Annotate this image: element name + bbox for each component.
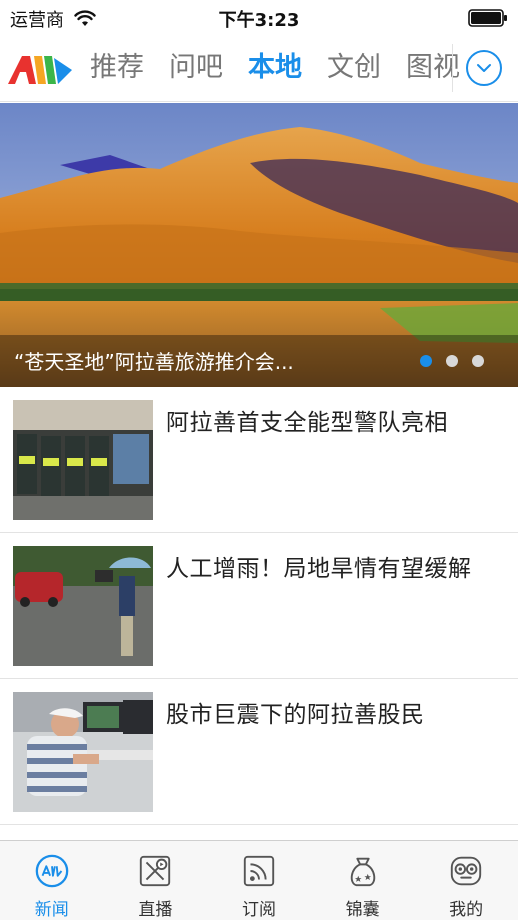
news-title: 人工增雨！局地旱情有望缓解 bbox=[166, 556, 472, 582]
app-logo bbox=[8, 56, 72, 84]
news-list: 阿拉善首支全能型警队亮相 人工增雨！局地旱情有望缓解 股市巨震下的阿拉善股民 bbox=[0, 387, 518, 825]
stock-trader-photo bbox=[13, 692, 153, 812]
tabs-divider bbox=[452, 44, 453, 92]
tabbar-live[interactable]: 直播 bbox=[104, 841, 208, 920]
rss-icon bbox=[243, 855, 275, 887]
tab-ask[interactable]: 问吧 bbox=[169, 48, 223, 88]
news-title: 股市巨震下的阿拉善股民 bbox=[166, 702, 425, 728]
tabbar-subscribe[interactable]: 订阅 bbox=[207, 841, 311, 920]
rainy-street-photo bbox=[13, 546, 153, 666]
page-dot[interactable] bbox=[420, 355, 432, 367]
tabbar-profile[interactable]: 我的 bbox=[414, 841, 518, 920]
news-icon bbox=[35, 854, 69, 888]
featured-banner[interactable]: “苍天圣地”阿拉善旅游推介会... bbox=[0, 103, 518, 387]
tabbar-label: 锦囊 bbox=[345, 900, 380, 920]
tabbar-label: 订阅 bbox=[241, 900, 276, 920]
page-dot[interactable] bbox=[472, 355, 484, 367]
tabbar-news[interactable]: 新闻 bbox=[0, 841, 104, 920]
bottom-tab-bar: 新闻 直播 订阅 锦囊 我的 bbox=[0, 840, 518, 920]
tabbar-label: 直播 bbox=[138, 900, 173, 920]
profile-icon bbox=[451, 856, 482, 886]
pouch-icon bbox=[350, 857, 375, 887]
tab-culture[interactable]: 文创 bbox=[327, 48, 381, 88]
battery-icon bbox=[468, 9, 507, 27]
news-item[interactable]: 股市巨震下的阿拉善股民 bbox=[0, 679, 518, 825]
status-time: 下午3:23 bbox=[218, 10, 300, 31]
tabbar-pouch[interactable]: 锦囊 bbox=[311, 841, 415, 920]
chevron-down-icon bbox=[477, 64, 491, 72]
tab-recommend[interactable]: 推荐 bbox=[90, 48, 144, 88]
news-title: 阿拉善首支全能型警队亮相 bbox=[166, 410, 448, 436]
tab-local[interactable]: 本地 bbox=[248, 48, 302, 88]
page-dot[interactable] bbox=[446, 355, 458, 367]
tabbar-label: 我的 bbox=[449, 900, 484, 920]
police-team-photo bbox=[13, 400, 153, 520]
banner-caption: “苍天圣地”阿拉善旅游推介会... bbox=[14, 350, 294, 374]
more-channels-button[interactable] bbox=[466, 50, 502, 86]
channel-tabs: 推荐 问吧 本地 文创 图视 bbox=[90, 48, 485, 88]
news-item[interactable]: 阿拉善首支全能型警队亮相 bbox=[0, 387, 518, 533]
live-icon bbox=[140, 855, 171, 887]
status-bar: 运营商 下午3:23 bbox=[0, 0, 518, 36]
news-item[interactable]: 人工增雨！局地旱情有望缓解 bbox=[0, 533, 518, 679]
tabbar-label: 新闻 bbox=[34, 900, 69, 920]
top-nav: 推荐 问吧 本地 文创 图视 bbox=[0, 36, 518, 102]
banner-page-dots bbox=[406, 355, 484, 367]
